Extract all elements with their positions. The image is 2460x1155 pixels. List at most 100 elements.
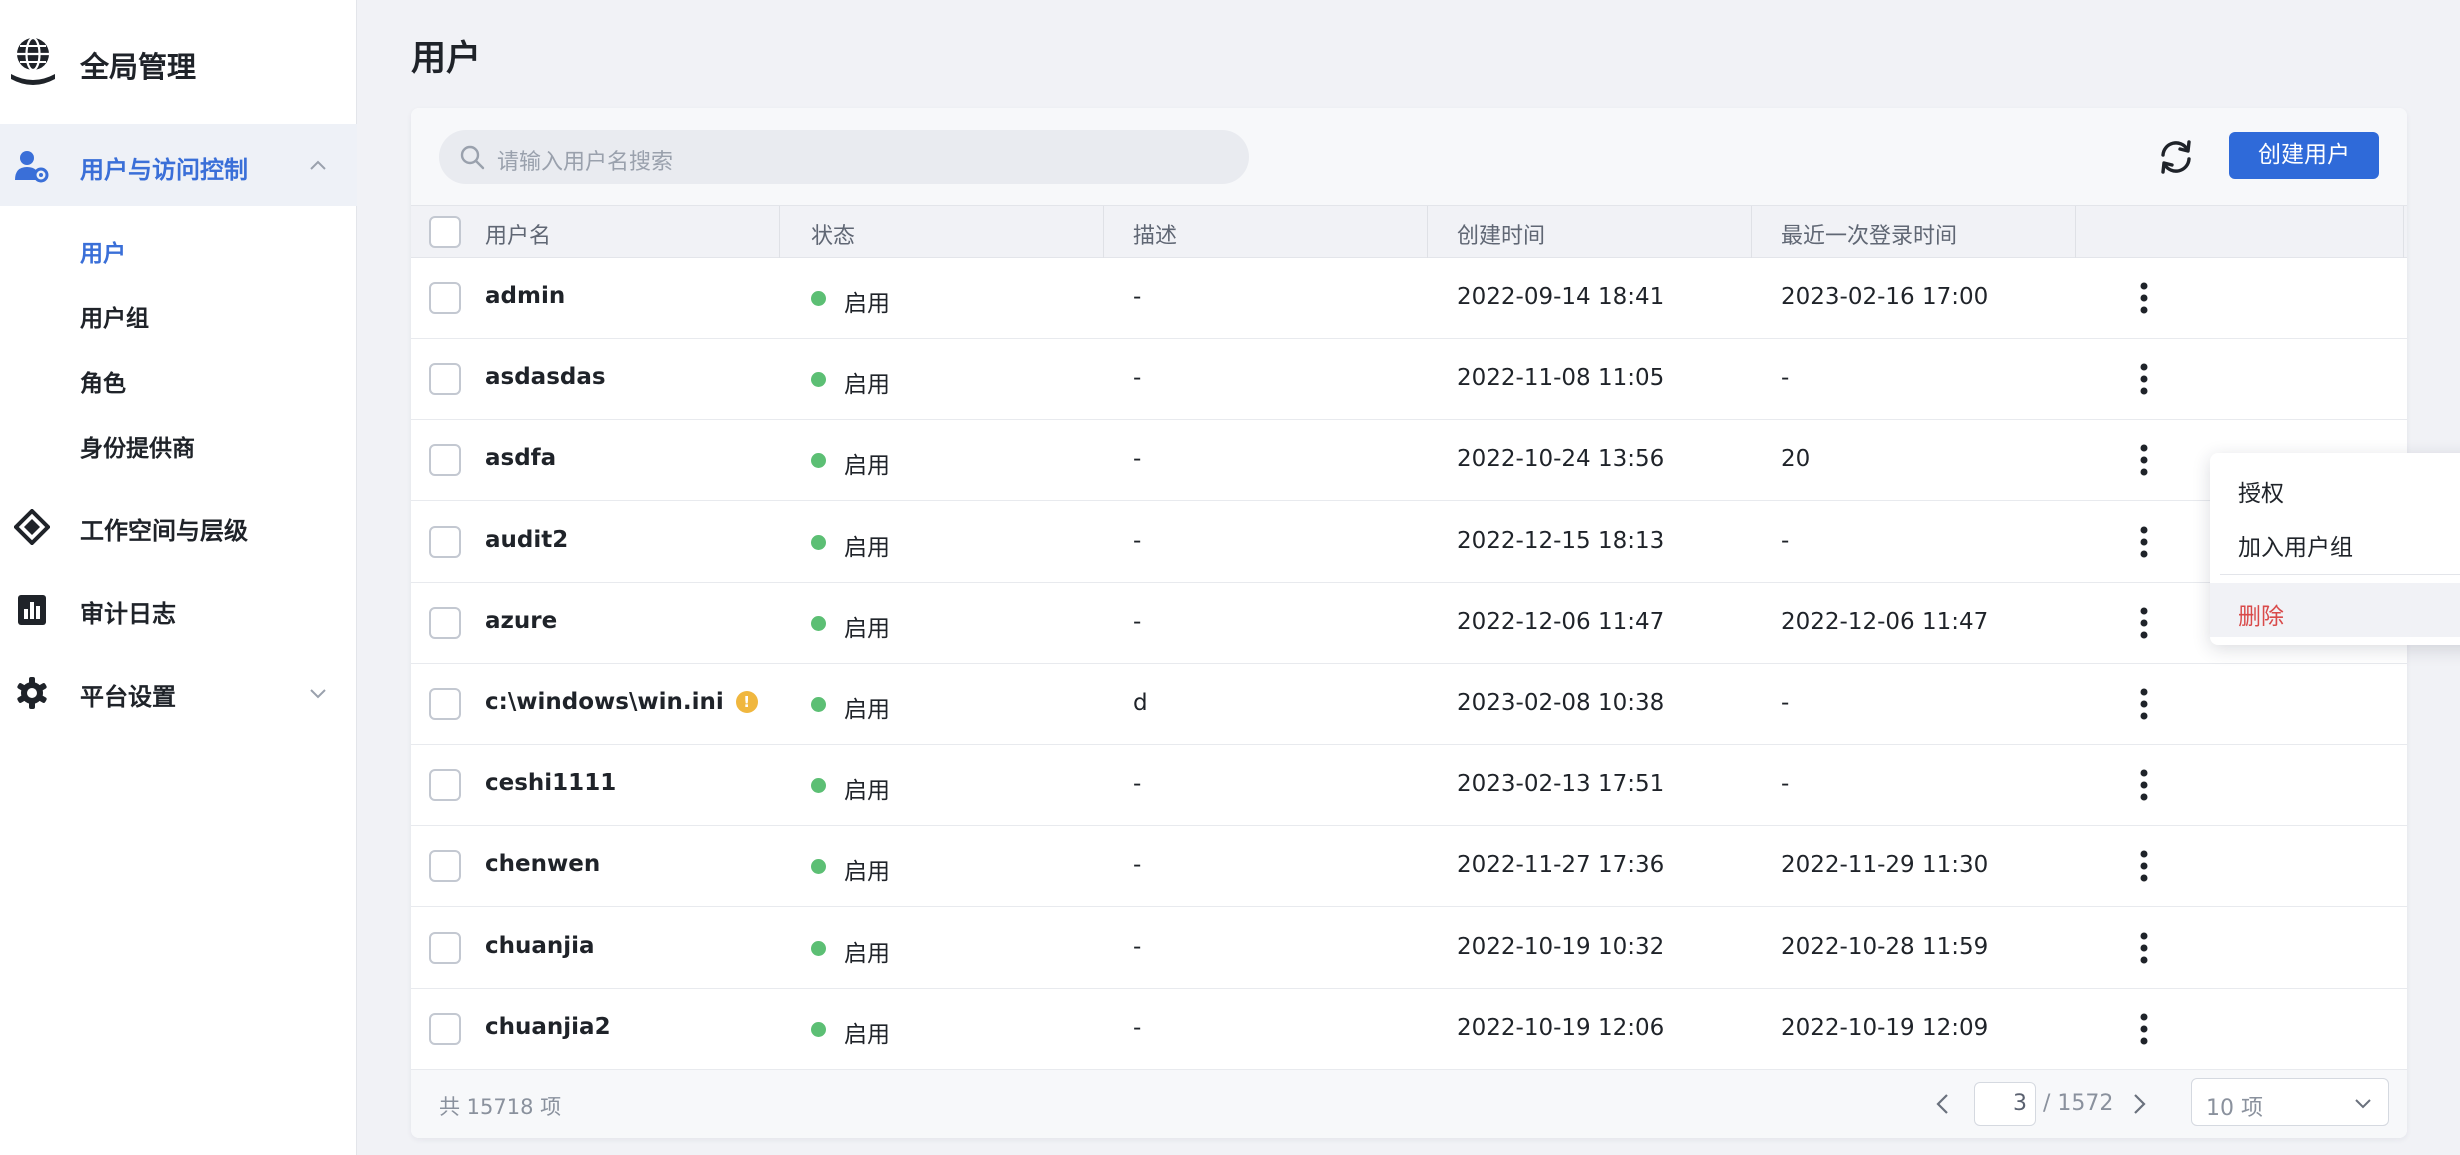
chevron-down-icon <box>310 689 326 699</box>
row-checkbox[interactable] <box>429 769 461 802</box>
description: - <box>1133 284 1142 310</box>
username[interactable]: admin <box>485 283 565 309</box>
brand[interactable]: 全局管理 <box>0 0 357 124</box>
table-row[interactable]: azure 启用 - 2022-12-06 11:47 2022-12-06 11:47 <box>411 582 2407 664</box>
username[interactable]: chuanjia2 <box>485 1014 611 1040</box>
header-username[interactable]: 用户名 <box>485 218 551 250</box>
more-vertical-icon[interactable] <box>2129 603 2159 643</box>
sidebar-item-user-groups[interactable]: 用户组 <box>80 299 149 333</box>
description: - <box>1133 527 1142 554</box>
toolbar: 请输入用户名搜索 创建用户 <box>411 108 2407 205</box>
more-vertical-icon[interactable] <box>2129 684 2159 724</box>
row-checkbox[interactable] <box>429 931 461 964</box>
table-header: 用户名 状态 描述 创建时间 最近一次登录时间 <box>411 205 2407 259</box>
select-all-checkbox[interactable] <box>429 216 461 248</box>
menu-item-delete-label: 删除 <box>2238 604 2284 630</box>
row-checkbox[interactable] <box>429 850 461 883</box>
page-size-value: 10 项 <box>2206 1096 2263 1121</box>
page-size-select[interactable]: 10 项 <box>2191 1078 2389 1126</box>
row-checkbox[interactable] <box>429 363 461 396</box>
sidebar-group-user-access[interactable]: 用户与访问控制 <box>0 124 357 206</box>
more-vertical-icon[interactable] <box>2129 928 2159 968</box>
user-gear-icon <box>15 151 49 183</box>
status-text: 启用 <box>844 372 890 399</box>
menu-item-delete[interactable]: 删除 <box>2210 583 2460 637</box>
chevron-left-icon[interactable] <box>1929 1090 1957 1118</box>
status-text: 启用 <box>844 534 890 561</box>
username[interactable]: chuanjia <box>485 933 595 959</box>
table-row[interactable]: c:\windows\win.ini 启用 d 2023-02-08 10:38 -! <box>411 664 2407 745</box>
created-time: 2022-11-27 17:36 <box>1457 852 1665 879</box>
table-row[interactable]: audit2 启用 - 2022-12-15 18:13 - <box>411 501 2407 583</box>
username[interactable]: asdasdas <box>485 364 606 390</box>
row-checkbox[interactable] <box>429 688 461 720</box>
row-checkbox[interactable] <box>429 1012 461 1045</box>
status-text: 启用 <box>844 1021 890 1048</box>
created-time: 2022-10-24 13:56 <box>1457 446 1665 473</box>
username[interactable]: c:\windows\win.ini <box>485 689 724 715</box>
table-row[interactable]: admin 启用 - 2022-09-14 18:41 2023-02-16 17:00 <box>411 258 2407 339</box>
sidebar-group-platform-settings[interactable]: 平台设置 <box>0 651 357 733</box>
username[interactable]: ceshi1111 <box>485 770 616 796</box>
more-vertical-icon[interactable] <box>2129 359 2159 399</box>
status-dot <box>811 778 826 794</box>
table-row[interactable]: chuanjia 启用 - 2022-10-19 10:32 2022-10-28 11… <box>411 907 2407 989</box>
description: - <box>1133 608 1142 635</box>
sidebar-group-label: 审计日志 <box>80 600 176 628</box>
row-checkbox[interactable] <box>429 282 461 314</box>
sidebar-group-audit-log[interactable]: 审计日志 <box>0 568 357 650</box>
page-number-input[interactable]: 3 <box>1974 1082 2036 1126</box>
create-user-button[interactable]: 创建用户 <box>2229 132 2379 179</box>
header-status[interactable]: 状态 <box>811 218 855 250</box>
row-checkbox[interactable] <box>429 606 461 639</box>
last-login-time: - <box>1781 527 1790 554</box>
username[interactable]: audit2 <box>485 527 568 553</box>
sidebar-item-users[interactable]: 用户 <box>80 234 126 268</box>
table-row[interactable]: asdasdas 启用 - 2022-11-08 11:05 - <box>411 339 2407 421</box>
created-time: 2022-11-08 11:05 <box>1457 365 1665 392</box>
row-checkbox[interactable] <box>429 525 461 558</box>
search-placeholder: 请输入用户名搜索 <box>497 150 674 175</box>
username[interactable]: asdfa <box>485 445 556 471</box>
refresh-icon[interactable] <box>2153 134 2199 180</box>
last-login-time: 2022-10-28 11:59 <box>1781 933 1989 960</box>
table-row[interactable]: chenwen 启用 - 2022-11-27 17:36 2022-11-29 11:… <box>411 826 2407 908</box>
more-vertical-icon[interactable] <box>2129 440 2159 480</box>
table-row[interactable]: asdfa 启用 - 2022-10-24 13:56 20 <box>411 420 2407 502</box>
status-text: 启用 <box>844 859 890 886</box>
more-vertical-icon[interactable] <box>2129 846 2159 886</box>
description: - <box>1133 1014 1142 1041</box>
username[interactable]: azure <box>485 608 557 634</box>
more-vertical-icon[interactable] <box>2129 278 2159 318</box>
menu-item-authorize[interactable]: 授权 <box>2238 474 2284 508</box>
sidebar-item-roles[interactable]: 角色 <box>80 364 126 398</box>
search-input[interactable]: 请输入用户名搜索 <box>439 130 1249 184</box>
more-vertical-icon[interactable] <box>2129 522 2159 562</box>
total-count: 共 15718 项 <box>439 1095 562 1119</box>
pagination: 共 15718 项 3 / 1572 10 项 <box>411 1070 2407 1138</box>
header-created-time[interactable]: 创建时间 <box>1457 218 1545 250</box>
sidebar-group-workspace[interactable]: 工作空间与层级 <box>0 485 357 567</box>
header-last-login[interactable]: 最近一次登录时间 <box>1781 218 1957 250</box>
username[interactable]: chenwen <box>485 851 600 877</box>
status-dot <box>811 291 826 306</box>
sidebar-item-identity-providers[interactable]: 身份提供商 <box>80 429 195 463</box>
last-login-time: - <box>1781 771 1790 798</box>
chevron-right-icon[interactable] <box>2125 1090 2153 1118</box>
gear-icon <box>17 677 47 709</box>
description: - <box>1133 852 1142 879</box>
header-description[interactable]: 描述 <box>1133 218 1177 250</box>
table-row[interactable]: chuanjia2 启用 - 2022-10-19 12:06 2022-10-19 1… <box>411 988 2407 1070</box>
more-vertical-icon[interactable] <box>2129 765 2159 805</box>
warning-icon[interactable]: ! <box>735 691 758 713</box>
description: - <box>1133 446 1142 473</box>
menu-item-add-to-group[interactable]: 加入用户组 <box>2238 528 2353 562</box>
status-dot <box>811 1021 826 1037</box>
created-time: 2022-12-15 18:13 <box>1457 527 1665 554</box>
row-checkbox[interactable] <box>429 444 461 477</box>
more-vertical-icon[interactable] <box>2129 1009 2159 1049</box>
chart-icon <box>18 595 46 625</box>
table-row[interactable]: ceshi1111 启用 - 2023-02-13 17:51 - <box>411 745 2407 827</box>
status-text: 启用 <box>844 453 890 480</box>
last-login-time: 2022-10-19 12:09 <box>1781 1014 1989 1041</box>
